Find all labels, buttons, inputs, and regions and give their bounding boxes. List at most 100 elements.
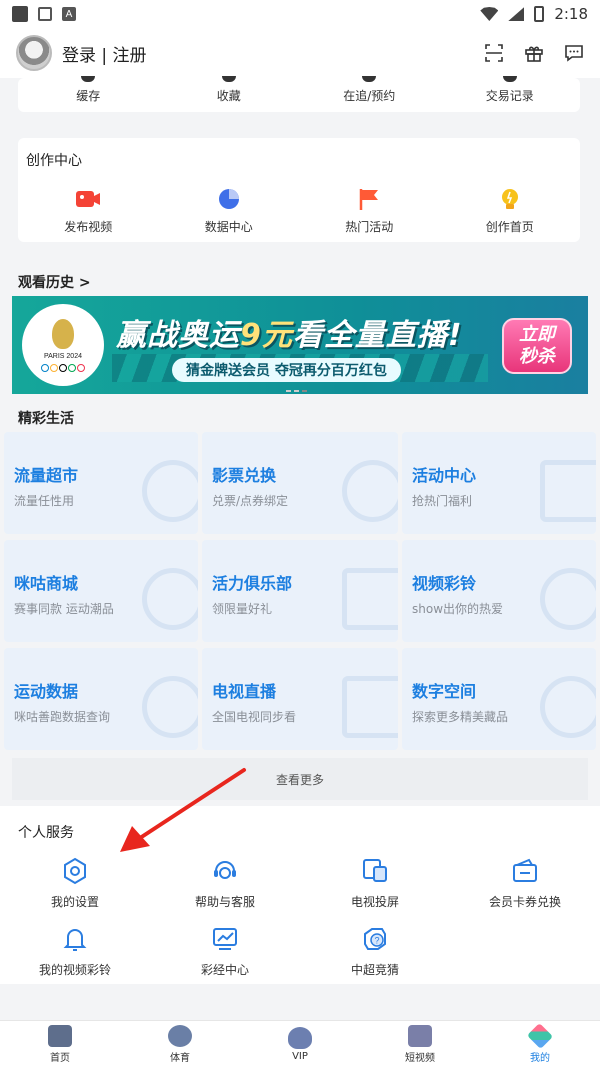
- clock: 2:18: [554, 5, 588, 23]
- wifi-icon: [480, 7, 499, 21]
- customer-service-icon: [214, 861, 236, 879]
- tile-data-market[interactable]: 流量超市 流量任性用: [4, 432, 198, 534]
- profile-header: 登录 | 注册: [0, 28, 600, 78]
- svg-text:?: ?: [374, 936, 379, 946]
- flame-icon: [52, 318, 74, 349]
- hot-events-button[interactable]: 热门活动: [299, 188, 440, 235]
- logo-text: PARIS 2024: [43, 352, 82, 360]
- settings-icon: [64, 857, 86, 885]
- data-center-button[interactable]: 数据中心: [159, 188, 300, 235]
- following-label: 在追/预约: [343, 89, 396, 103]
- lottery-center-button[interactable]: 彩经中心: [150, 924, 300, 978]
- cache-entry[interactable]: 缓存: [18, 76, 159, 112]
- message-icon[interactable]: [564, 43, 584, 63]
- pager-dot: [294, 390, 299, 392]
- creator-home-label: 创作首页: [485, 220, 534, 234]
- status-bar: A 2:18: [0, 0, 600, 28]
- button-line-1: 立即: [519, 324, 555, 345]
- creation-center-card: 创作中心 发布视频 数据中心 热门活动 创作首页: [18, 138, 580, 242]
- trend-chart-icon: [213, 928, 237, 950]
- tab-short-video-label: 短视频: [405, 1052, 435, 1064]
- my-settings-button[interactable]: 我的设置: [0, 856, 150, 910]
- flash-buy-button[interactable]: 立即 秒杀: [502, 318, 572, 374]
- bell-icon: [63, 929, 87, 951]
- video-icon: [76, 191, 101, 207]
- tab-short-video[interactable]: 短视频: [360, 1021, 480, 1067]
- olympic-rings-icon: [41, 363, 85, 372]
- download-icon: [81, 76, 96, 82]
- tile-digital-space[interactable]: 数字空间 探索更多精美藏品: [402, 648, 596, 750]
- tab-home-label: 首页: [50, 1052, 70, 1064]
- services-grid: 流量超市 流量任性用 影票兑换 兑票/点券绑定 活动中心 抢热门福利 咪咕商城 赛事同款…: [4, 432, 596, 750]
- tile-tv-live[interactable]: 电视直播 全国电视同步看: [202, 648, 398, 750]
- grid-app-icon: [38, 7, 52, 21]
- following-entry[interactable]: 在追/预约: [299, 76, 440, 112]
- drop-deco-icon: [142, 460, 198, 522]
- personal-services-section: 个人服务 我的设置 帮助与客服 电视投屏 会员卡券兑换 我的视频彩铃 彩经中心 …: [0, 806, 600, 984]
- csl-quiz-label: 中超竞猜: [350, 963, 399, 977]
- publish-video-label: 发布视频: [64, 220, 113, 234]
- data-center-label: 数据中心: [204, 220, 253, 234]
- avatar[interactable]: [16, 35, 52, 71]
- tile-sports-data[interactable]: 运动数据 咪咕善跑数据查询: [4, 648, 198, 750]
- pager-dot-active: [302, 390, 307, 392]
- banner-headline: 赢战奥运9元看全量直播!: [116, 310, 463, 354]
- my-content-card: 缓存 收藏 在追/预约 交易记录: [18, 76, 581, 112]
- tile-activity-center[interactable]: 活动中心 抢热门福利: [402, 432, 596, 534]
- help-support-button[interactable]: 帮助与客服: [150, 856, 300, 910]
- home-tab-icon: [48, 1024, 72, 1047]
- tv-cast-button[interactable]: 电视投屏: [300, 856, 450, 910]
- my-video-ringtone-button[interactable]: 我的视频彩铃: [0, 924, 150, 978]
- bulb-icon: [501, 189, 518, 209]
- scan-icon[interactable]: [484, 43, 504, 63]
- transactions-label: 交易记录: [485, 89, 534, 103]
- gift-icon[interactable]: [524, 43, 544, 63]
- signal-icon: [508, 7, 525, 21]
- app-a-icon: A: [62, 7, 76, 21]
- gift-deco-icon: [540, 460, 596, 522]
- tile-migu-mall[interactable]: 咪咕商城 赛事同款 运动潮品: [4, 540, 198, 642]
- banner-subtitle: 猜金牌送会员 夺冠再分百万红包: [172, 358, 401, 382]
- drop-deco-icon: [142, 676, 198, 738]
- person-deco-icon: [540, 676, 596, 738]
- tv-cast-label: 电视投屏: [350, 895, 399, 909]
- tile-video-ringtone[interactable]: 视频彩铃 show出你的热爱: [402, 540, 596, 642]
- vip-tab-icon: [288, 1026, 312, 1049]
- coupon-exchange-label: 会员卡券兑换: [488, 895, 561, 909]
- tab-sports[interactable]: 体育: [120, 1021, 240, 1067]
- my-video-ringtone-label: 我的视频彩铃: [38, 963, 111, 977]
- olympics-banner[interactable]: PARIS 2024 赢战奥运9元看全量直播! 猜金牌送会员 夺冠再分百万红包 …: [12, 296, 588, 394]
- tab-home[interactable]: 首页: [0, 1021, 120, 1067]
- csl-quiz-button[interactable]: ? 中超竞猜: [300, 924, 450, 978]
- cast-screen-icon: [363, 859, 387, 882]
- short-video-tab-icon: [408, 1024, 432, 1047]
- button-line-2: 秒杀: [519, 346, 555, 367]
- view-more-button[interactable]: 查看更多: [12, 758, 588, 800]
- hot-events-label: 热门活动: [345, 220, 394, 234]
- bottom-tab-bar: 首页 体育 VIP 短视频 我的: [0, 1020, 600, 1067]
- headline-part-2: 看全量直播!: [292, 318, 463, 353]
- film-reel-deco-icon: [342, 460, 398, 522]
- tab-sports-label: 体育: [170, 1052, 190, 1064]
- coupon-exchange-button[interactable]: 会员卡券兑换: [450, 856, 600, 910]
- bell-deco-icon: [540, 568, 596, 630]
- tab-mine-label: 我的: [530, 1052, 550, 1064]
- publish-video-button[interactable]: 发布视频: [18, 188, 159, 235]
- login-register-link[interactable]: 登录 | 注册: [62, 41, 147, 66]
- cache-label: 缓存: [76, 89, 101, 103]
- personal-services-title: 个人服务: [18, 825, 74, 841]
- receipt-icon: [502, 76, 517, 82]
- my-settings-label: 我的设置: [50, 895, 99, 909]
- favorites-entry[interactable]: 收藏: [159, 76, 300, 112]
- creator-home-button[interactable]: 创作首页: [440, 188, 581, 235]
- tile-ticket-exchange[interactable]: 影票兑换 兑票/点券绑定: [202, 432, 398, 534]
- transactions-entry[interactable]: 交易记录: [440, 76, 581, 112]
- drop-deco-icon: [142, 568, 198, 630]
- watch-history-link[interactable]: 观看历史 >: [18, 272, 91, 292]
- tab-mine[interactable]: 我的: [480, 1021, 600, 1067]
- battery-icon: [534, 6, 545, 22]
- tab-vip[interactable]: VIP: [240, 1021, 360, 1067]
- notification-icon: [12, 6, 28, 22]
- help-support-label: 帮助与客服: [194, 895, 255, 909]
- tile-vitality-club[interactable]: 活力俱乐部 领限量好礼: [202, 540, 398, 642]
